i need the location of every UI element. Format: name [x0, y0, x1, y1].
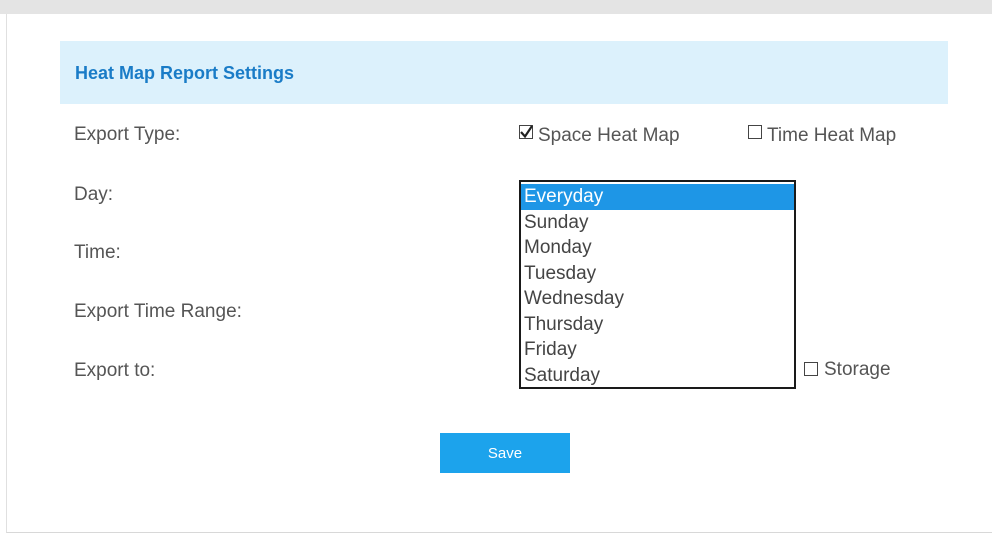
day-option-sunday[interactable]: Sunday	[521, 210, 794, 236]
section-title: Heat Map Report Settings	[75, 63, 295, 83]
export-to-label: Export to:	[74, 360, 156, 381]
export-time-range-label: Export Time Range:	[74, 301, 242, 322]
export-type-label: Export Type:	[74, 124, 181, 145]
day-dropdown-list[interactable]: Everyday Sunday Monday Tuesday Wednesday…	[519, 180, 796, 389]
day-option-wednesday[interactable]: Wednesday	[521, 286, 794, 312]
section-header: Heat Map Report Settings	[60, 41, 948, 104]
checkmark-icon	[520, 125, 533, 139]
day-option-friday[interactable]: Friday	[521, 337, 794, 363]
storage-label[interactable]: Storage	[824, 359, 891, 381]
day-option-tuesday[interactable]: Tuesday	[521, 261, 794, 287]
settings-panel: Heat Map Report Settings Export Type: Da…	[6, 14, 992, 533]
time-label: Time:	[74, 242, 121, 263]
save-button[interactable]: Save	[440, 433, 570, 473]
day-option-thursday[interactable]: Thursday	[521, 312, 794, 338]
space-heat-map-checkbox[interactable]	[519, 125, 533, 139]
day-option-everyday[interactable]: Everyday	[521, 184, 794, 210]
time-heat-map-label[interactable]: Time Heat Map	[767, 125, 896, 147]
day-option-monday[interactable]: Monday	[521, 235, 794, 261]
time-heat-map-checkbox[interactable]	[748, 125, 762, 139]
top-divider-bar	[0, 0, 992, 14]
storage-checkbox[interactable]	[804, 362, 818, 376]
day-label: Day:	[74, 184, 114, 205]
space-heat-map-label[interactable]: Space Heat Map	[538, 125, 680, 147]
day-option-saturday[interactable]: Saturday	[521, 363, 794, 389]
